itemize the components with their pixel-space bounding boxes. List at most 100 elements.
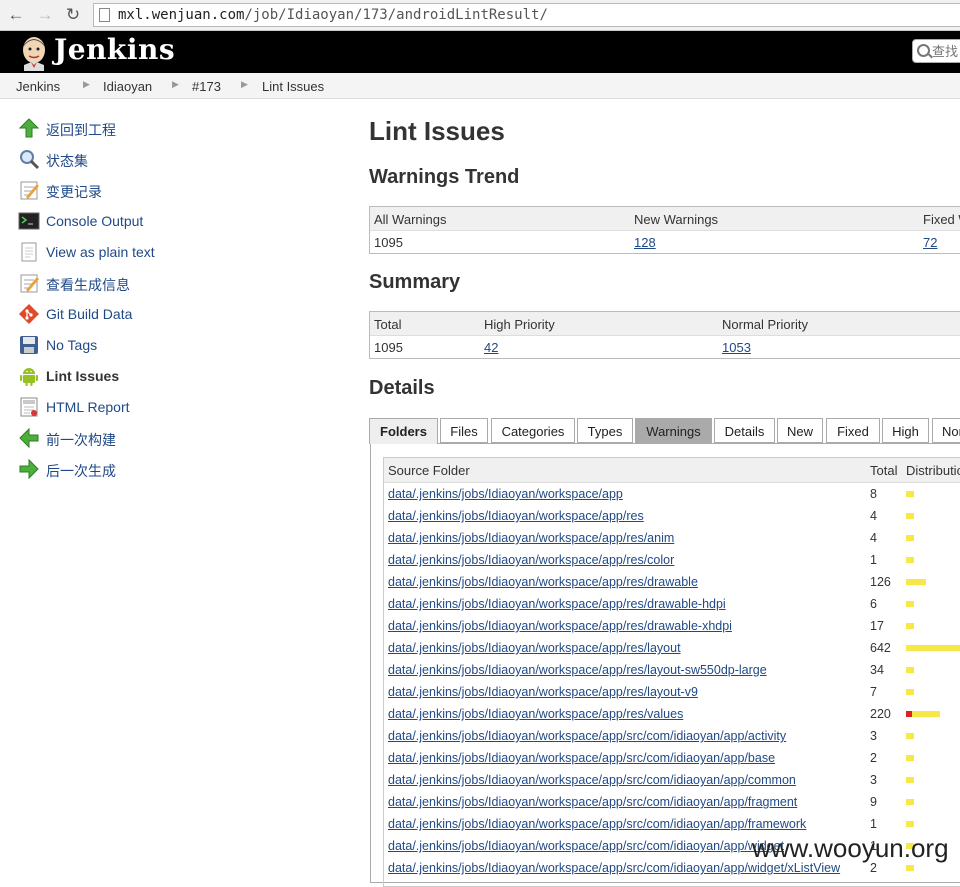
- tab-files[interactable]: Files: [440, 418, 488, 443]
- search-icon: [917, 44, 930, 57]
- folder-total: 3: [870, 773, 877, 787]
- sidebar-item-label: No Tags: [46, 337, 98, 353]
- source-folder-link[interactable]: data/.jenkins/jobs/Idiaoyan/workspace/ap…: [388, 509, 644, 523]
- tab-new[interactable]: New: [777, 418, 823, 443]
- tab-folders[interactable]: Folders: [369, 418, 438, 444]
- fixed-warnings-link[interactable]: 72: [923, 235, 937, 250]
- total-value: 1095: [374, 340, 403, 355]
- folder-total: 9: [870, 795, 877, 809]
- column-header: High Priority: [484, 317, 555, 332]
- source-folder-link[interactable]: data/.jenkins/jobs/Idiaoyan/workspace/ap…: [388, 773, 796, 787]
- source-folder-link[interactable]: data/.jenkins/jobs/Idiaoyan/workspace/ap…: [388, 707, 683, 721]
- address-bar[interactable]: mxl.wenjuan.com/job/Idiaoyan/173/android…: [93, 3, 960, 27]
- source-folder-link[interactable]: data/.jenkins/jobs/Idiaoyan/workspace/ap…: [388, 839, 784, 853]
- breadcrumb: Jenkins ▶ Idiaoyan ▶ #173 ▶ Lint Issues: [0, 73, 960, 99]
- forward-arrow-icon[interactable]: →: [35, 5, 55, 25]
- source-folder-link[interactable]: data/.jenkins/jobs/Idiaoyan/workspace/ap…: [388, 685, 698, 699]
- floppy-disk-icon: [20, 336, 38, 354]
- table-row: data/.jenkins/jobs/Idiaoyan/workspace/ap…: [384, 725, 960, 747]
- normal-priority-link[interactable]: 1053: [722, 340, 751, 355]
- search-box[interactable]: [912, 39, 960, 63]
- summary-heading: Summary: [369, 271, 461, 293]
- source-folder-link[interactable]: data/.jenkins/jobs/Idiaoyan/workspace/ap…: [388, 729, 786, 743]
- table-row: data/.jenkins/jobs/Idiaoyan/workspace/ap…: [384, 593, 960, 615]
- jenkins-butler-icon[interactable]: [18, 35, 50, 71]
- table-row: data/.jenkins/jobs/Idiaoyan/workspace/ap…: [384, 571, 960, 593]
- back-arrow-icon[interactable]: ←: [6, 5, 26, 25]
- source-folder-link[interactable]: data/.jenkins/jobs/Idiaoyan/workspace/ap…: [388, 663, 767, 677]
- sidebar-item-label: 返回到工程: [46, 122, 116, 138]
- reload-icon[interactable]: ↻: [63, 5, 83, 25]
- tab-categories[interactable]: Categories: [491, 418, 575, 443]
- watermark-text: www.wooyun.org: [752, 833, 949, 863]
- source-folder-link[interactable]: data/.jenkins/jobs/Idiaoyan/workspace/ap…: [388, 619, 732, 633]
- column-header: All Warnings: [374, 212, 447, 227]
- browser-toolbar: ← → ↻ mxl.wenjuan.com/job/Idiaoyan/173/a…: [0, 0, 960, 31]
- folder-total: 7: [870, 685, 877, 699]
- folder-total: 1: [870, 553, 877, 567]
- breadcrumb-jenkins[interactable]: Jenkins: [16, 79, 60, 94]
- source-folder-link[interactable]: data/.jenkins/jobs/Idiaoyan/workspace/ap…: [388, 575, 698, 589]
- breadcrumb-project[interactable]: Idiaoyan: [103, 79, 152, 94]
- normal-priority-segment: [906, 799, 914, 805]
- column-header-distribution[interactable]: Distributio: [906, 463, 960, 478]
- table-row: data/.jenkins/jobs/Idiaoyan/workspace/ap…: [384, 769, 960, 791]
- sidebar-item-label: View as plain text: [46, 244, 155, 260]
- source-folder-link[interactable]: data/.jenkins/jobs/Idiaoyan/workspace/ap…: [388, 795, 797, 809]
- document-icon: [21, 242, 37, 262]
- distribution-bar: [906, 865, 914, 871]
- high-priority-link[interactable]: 42: [484, 340, 498, 355]
- table-row: data/.jenkins/jobs/Idiaoyan/workspace/ap…: [384, 615, 960, 637]
- search-input[interactable]: [932, 42, 960, 60]
- android-icon: [20, 368, 38, 386]
- source-folder-link[interactable]: data/.jenkins/jobs/Idiaoyan/workspace/ap…: [388, 751, 775, 765]
- chevron-right-icon: ▶: [172, 79, 179, 89]
- folder-total: 8: [870, 487, 877, 501]
- sidebar-item-label: 状态集: [46, 153, 88, 169]
- distribution-bar: [906, 601, 914, 607]
- column-header-total[interactable]: Total: [870, 463, 897, 478]
- normal-priority-segment: [906, 755, 914, 761]
- source-folder-link[interactable]: data/.jenkins/jobs/Idiaoyan/workspace/ap…: [388, 531, 674, 545]
- tab-details[interactable]: Details: [714, 418, 775, 443]
- sidebar-item-label: Git Build Data: [46, 306, 133, 322]
- chevron-right-icon: ▶: [83, 79, 90, 89]
- warnings-trend-heading: Warnings Trend: [369, 166, 520, 188]
- breadcrumb-current[interactable]: Lint Issues: [262, 79, 324, 94]
- distribution-bar: [906, 667, 914, 673]
- sidebar-item-label: 查看生成信息: [46, 277, 130, 293]
- new-warnings-link[interactable]: 128: [634, 235, 656, 250]
- url-host: mxl.wenjuan.com: [118, 7, 245, 23]
- jenkins-logo-text[interactable]: Jenkins: [54, 33, 175, 66]
- sidebar-item-label: 前一次构建: [46, 432, 116, 448]
- tab-fixed[interactable]: Fixed: [826, 418, 880, 443]
- up-arrow-icon: [18, 118, 40, 138]
- distribution-bar: [906, 755, 914, 761]
- normal-priority-segment: [906, 579, 926, 585]
- tab-types[interactable]: Types: [577, 418, 633, 443]
- tab-high[interactable]: High: [882, 418, 929, 443]
- sidebar-item-label: HTML Report: [46, 399, 130, 415]
- distribution-bar: [906, 799, 914, 805]
- notepad-icon: [20, 274, 39, 293]
- source-folder-link[interactable]: data/.jenkins/jobs/Idiaoyan/workspace/ap…: [388, 597, 726, 611]
- normal-priority-segment: [906, 689, 914, 695]
- source-folder-link[interactable]: data/.jenkins/jobs/Idiaoyan/workspace/ap…: [388, 553, 674, 567]
- source-folder-link[interactable]: data/.jenkins/jobs/Idiaoyan/workspace/ap…: [388, 641, 681, 655]
- folders-table: Source Folder Total Distributio data/.je…: [383, 457, 960, 887]
- table-row: data/.jenkins/jobs/Idiaoyan/workspace/ap…: [384, 659, 960, 681]
- source-folder-link[interactable]: data/.jenkins/jobs/Idiaoyan/workspace/ap…: [388, 817, 806, 831]
- distribution-bar: [906, 821, 914, 827]
- normal-priority-segment: [906, 733, 914, 739]
- source-folder-link[interactable]: data/.jenkins/jobs/Idiaoyan/workspace/ap…: [388, 487, 623, 501]
- tab-warnings[interactable]: Warnings: [635, 418, 712, 443]
- normal-priority-segment: [906, 777, 914, 783]
- table-row: data/.jenkins/jobs/Idiaoyan/workspace/ap…: [384, 549, 960, 571]
- table-row: data/.jenkins/jobs/Idiaoyan/workspace/ap…: [384, 483, 960, 505]
- column-header: Total: [374, 317, 402, 332]
- distribution-bar: [906, 513, 914, 519]
- tab-normal[interactable]: Nor: [932, 418, 960, 443]
- distribution-bar: [906, 733, 914, 739]
- column-header-source-folder[interactable]: Source Folder: [388, 463, 470, 478]
- breadcrumb-build[interactable]: #173: [192, 79, 221, 94]
